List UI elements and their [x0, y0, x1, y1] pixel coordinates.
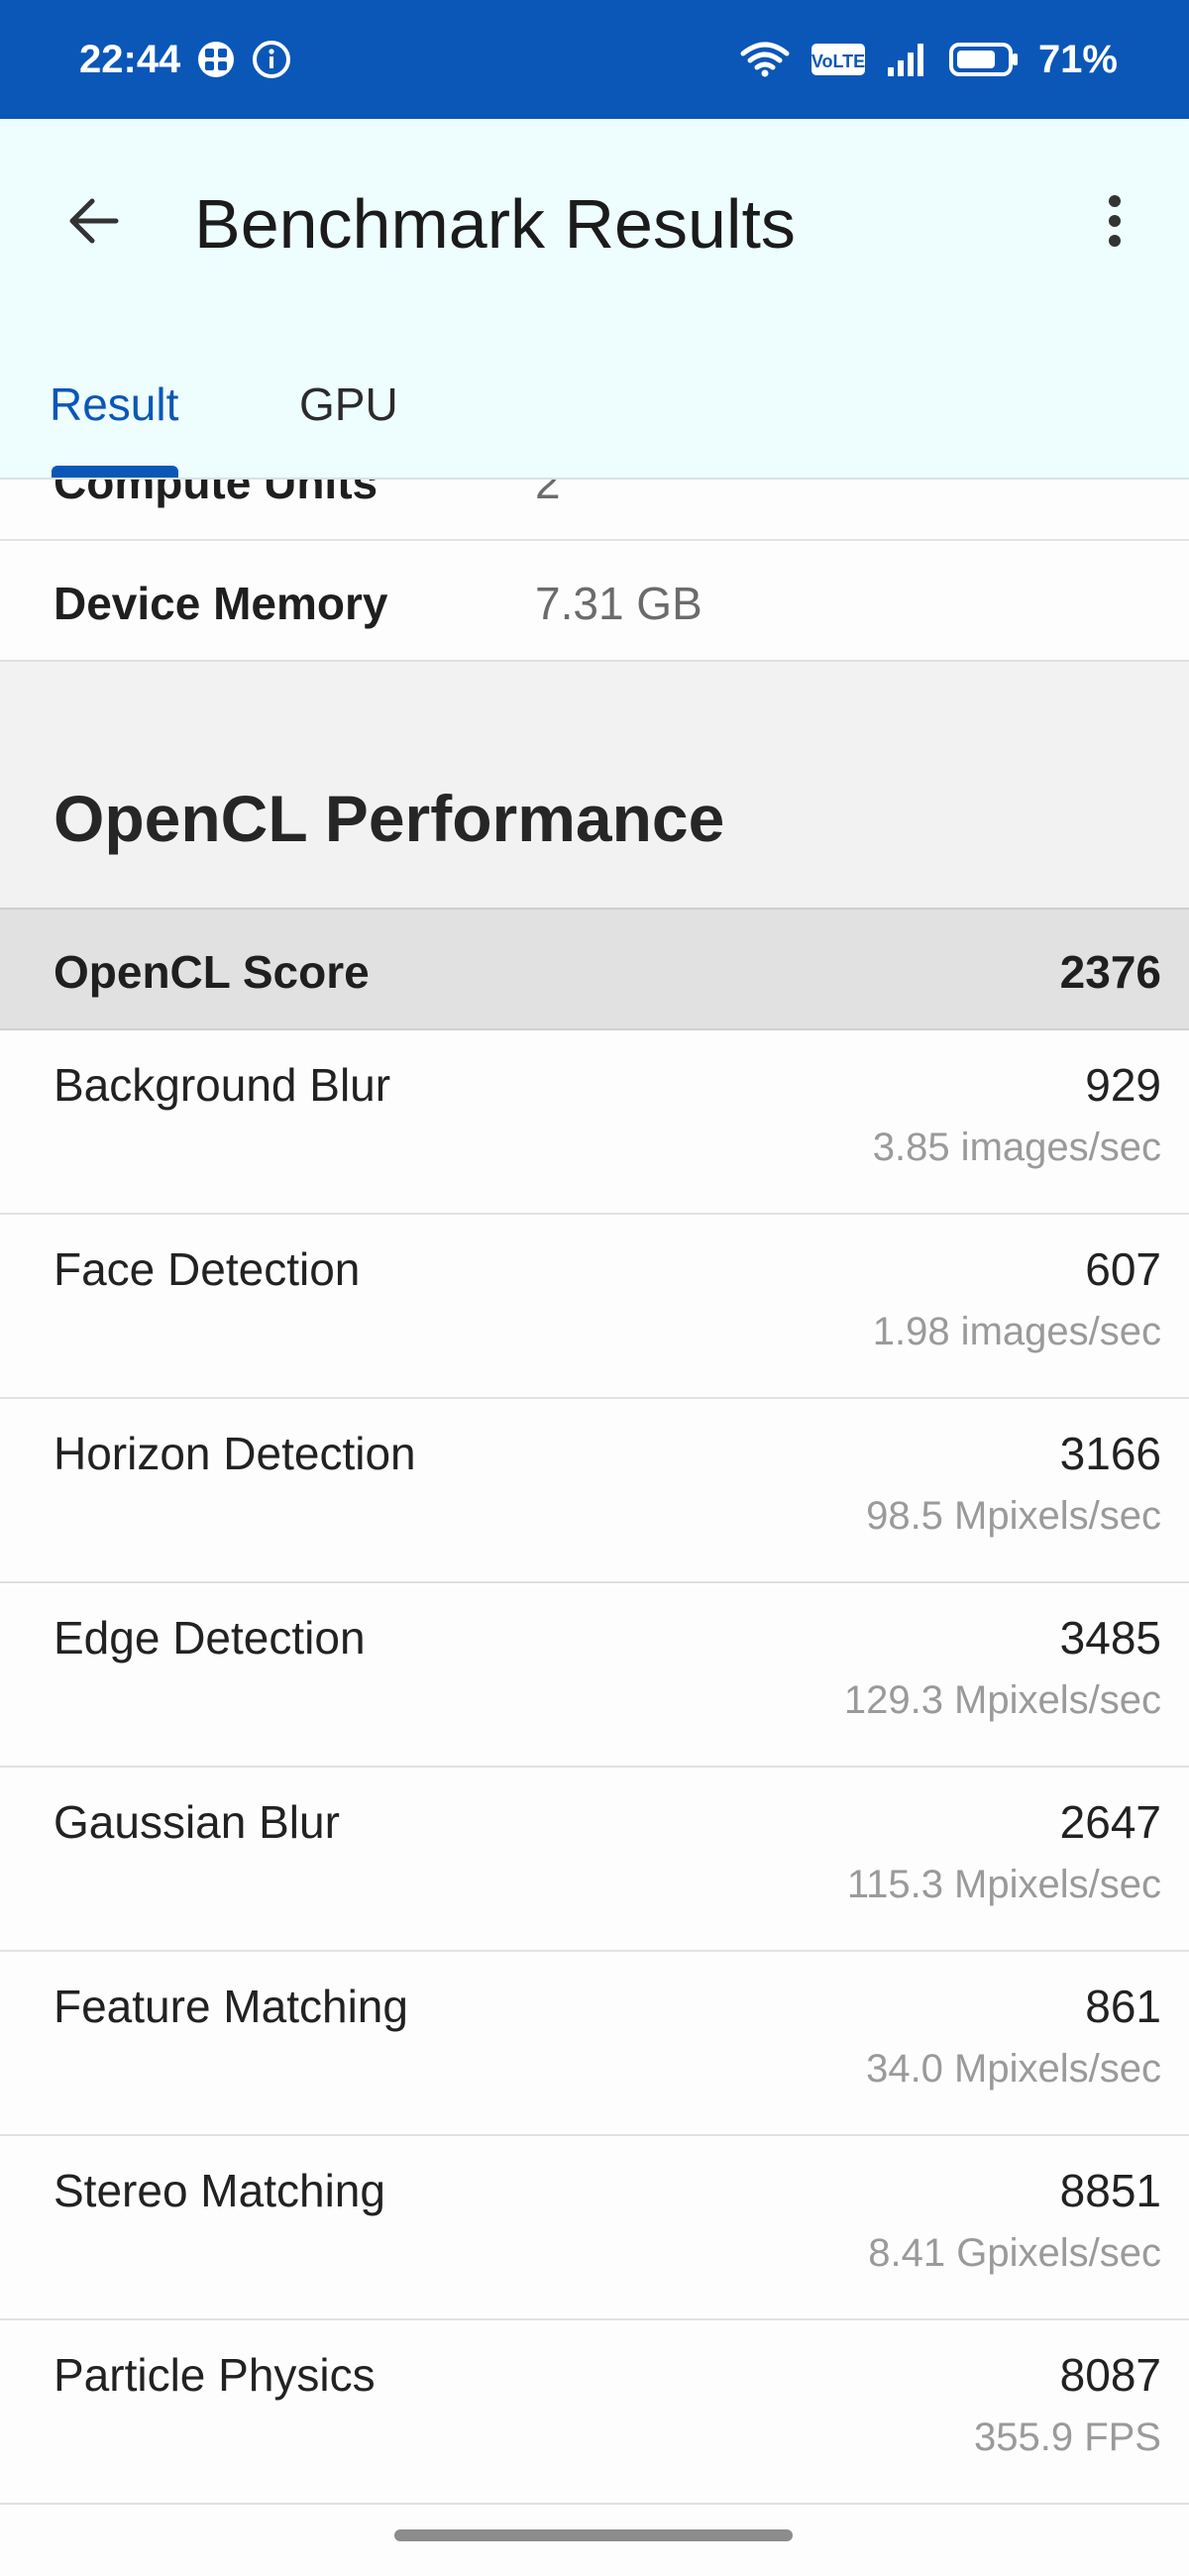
score-label: OpenCL Score — [54, 946, 370, 998]
result-row-face-detection: Face Detection 607 1.98 images/sec — [0, 1215, 1189, 1399]
info-value: 7.31 GB — [535, 578, 703, 629]
tab-bar: Result GPU — [0, 345, 1189, 464]
info-label: Device Memory — [54, 578, 388, 629]
result-row-horizon-detection: Horizon Detection 3166 98.5 Mpixels/sec — [0, 1399, 1189, 1583]
status-time: 22:44 — [79, 37, 181, 81]
signal-icon — [886, 40, 929, 79]
volte-icon: VoLTE — [811, 40, 866, 79]
more-options-button[interactable] — [1080, 178, 1149, 268]
result-score: 8087 — [1059, 2349, 1161, 2401]
result-score: 861 — [1085, 1981, 1161, 2032]
results-list: Background Blur 929 3.85 images/sec Face… — [0, 1030, 1189, 2505]
battery-icon — [948, 40, 1019, 79]
result-rate: 8.41 Gpixels/sec — [868, 2231, 1161, 2275]
opencl-score-row: OpenCL Score 2376 — [0, 908, 1189, 1030]
result-name: Stereo Matching — [54, 2165, 385, 2216]
info-label: Compute Units — [54, 480, 378, 508]
result-name: Background Blur — [54, 1059, 391, 1111]
result-row-gaussian-blur: Gaussian Blur 2647 115.3 Mpixels/sec — [0, 1768, 1189, 1952]
result-name: Gaussian Blur — [54, 1796, 340, 1848]
more-vert-icon — [1103, 189, 1127, 258]
result-name: Edge Detection — [54, 1612, 366, 1664]
result-row-stereo-matching: Stereo Matching 8851 8.41 Gpixels/sec — [0, 2136, 1189, 2320]
score-value: 2376 — [1059, 946, 1161, 998]
tab-result[interactable]: Result — [50, 345, 178, 464]
result-row-particle-physics: Particle Physics 8087 355.9 FPS — [0, 2320, 1189, 2505]
result-name: Feature Matching — [54, 1981, 408, 2032]
info-icon — [252, 40, 291, 79]
result-rate: 98.5 Mpixels/sec — [866, 1494, 1161, 1538]
result-row-edge-detection: Edge Detection 3485 129.3 Mpixels/sec — [0, 1583, 1189, 1768]
page-title: Benchmark Results — [194, 185, 796, 263]
result-score: 607 — [1085, 1243, 1161, 1295]
result-score: 2647 — [1059, 1796, 1161, 1848]
result-row-feature-matching: Feature Matching 861 34.0 Mpixels/sec — [0, 1952, 1189, 2136]
benchmark-results-screen: 22:44 VoLTE 71% Benchmark Results Result… — [0, 0, 1189, 2576]
info-row-compute-units: Compute Units 2 — [0, 480, 1189, 541]
battery-percent: 71% — [1037, 37, 1118, 81]
result-name: Face Detection — [54, 1243, 361, 1295]
result-rate: 355.9 FPS — [973, 2415, 1161, 2459]
result-name: Particle Physics — [54, 2349, 376, 2401]
volte-badge-text: VoLTE — [811, 52, 865, 71]
info-row-device-memory: Device Memory 7.31 GB — [0, 541, 1189, 662]
result-score: 8851 — [1059, 2165, 1161, 2216]
result-rate: 3.85 images/sec — [872, 1126, 1161, 1169]
result-name: Horizon Detection — [54, 1428, 416, 1479]
results-content[interactable]: Compute Units 2 Device Memory 7.31 GB Op… — [0, 480, 1189, 2576]
home-indicator[interactable] — [394, 2529, 793, 2541]
app-bar: Benchmark Results Result GPU — [0, 119, 1189, 480]
result-rate: 1.98 images/sec — [872, 1310, 1161, 1353]
result-rate: 129.3 Mpixels/sec — [843, 1678, 1161, 1722]
grid-app-icon — [196, 40, 236, 79]
back-button[interactable] — [50, 178, 139, 268]
tab-selected-indicator — [52, 466, 178, 478]
status-left: 22:44 — [79, 38, 291, 82]
arrow-back-icon — [62, 189, 126, 258]
result-row-background-blur: Background Blur 929 3.85 images/sec — [0, 1030, 1189, 1215]
result-rate: 115.3 Mpixels/sec — [846, 1863, 1161, 1906]
result-rate: 34.0 Mpixels/sec — [866, 2047, 1161, 2091]
tab-gpu[interactable]: GPU — [299, 345, 398, 464]
wifi-icon — [739, 40, 791, 79]
status-right: VoLTE 71% — [739, 38, 1118, 82]
info-value: 2 — [535, 480, 561, 508]
result-score: 929 — [1085, 1059, 1161, 1111]
section-title: OpenCL Performance — [54, 782, 725, 855]
result-score: 3485 — [1059, 1612, 1161, 1664]
result-score: 3166 — [1059, 1428, 1161, 1479]
status-bar: 22:44 VoLTE 71% — [0, 0, 1189, 119]
